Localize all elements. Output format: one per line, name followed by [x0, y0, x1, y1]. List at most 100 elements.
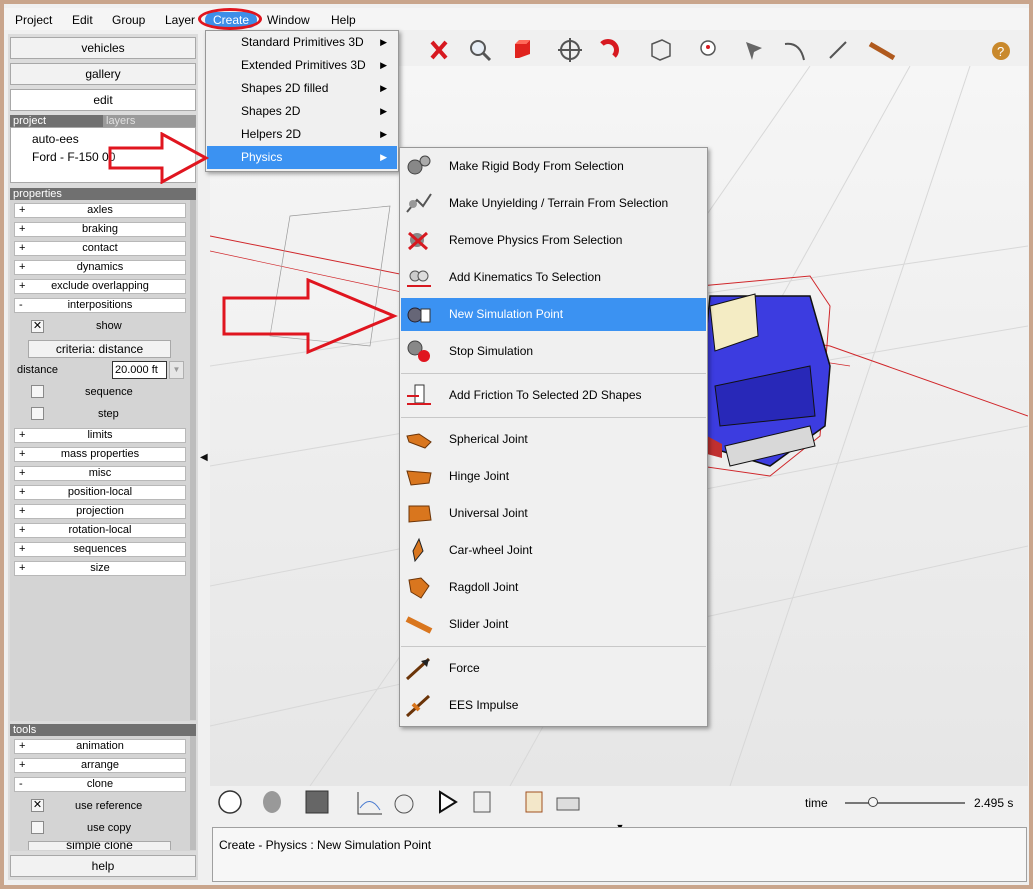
menu-item-make-rigid-body[interactable]: Make Rigid Body From Selection — [401, 150, 706, 183]
expand-toggle[interactable]: + — [19, 261, 25, 274]
collapse-toggle[interactable]: - — [19, 299, 23, 312]
menu-item-ees-impulse[interactable]: EES Impulse — [401, 689, 706, 722]
delete-icon[interactable] — [430, 40, 448, 60]
distance-input[interactable]: 20.000 ft — [112, 361, 167, 379]
tool-arrange[interactable]: + arrange — [14, 758, 186, 773]
expand-toggle[interactable]: + — [19, 223, 25, 236]
menu-item-spherical-joint[interactable]: Spherical Joint — [401, 423, 706, 456]
use-copy-checkbox[interactable] — [31, 821, 44, 834]
ruler-icon[interactable] — [868, 41, 896, 61]
zoom-box-icon[interactable] — [515, 40, 530, 58]
expand-toggle[interactable]: + — [19, 204, 25, 217]
prop-misc[interactable]: + misc — [14, 466, 186, 481]
prop-interpositions[interactable]: - interpositions — [14, 298, 186, 313]
criteria-button[interactable]: criteria: distance — [28, 340, 171, 358]
expand-toggle[interactable]: + — [19, 505, 25, 518]
show-checkbox[interactable]: ✕ — [31, 320, 44, 333]
menu-item-add-kinematics[interactable]: Add Kinematics To Selection — [401, 261, 706, 294]
expand-toggle[interactable]: + — [19, 562, 25, 575]
tool-clone[interactable]: - clone — [14, 777, 186, 792]
camera-icon[interactable] — [394, 794, 414, 814]
prop-mass-properties[interactable]: + mass properties — [14, 447, 186, 462]
play-icon[interactable] — [439, 790, 458, 814]
help-icon[interactable]: ? — [992, 42, 1010, 60]
menu-item-slider-joint[interactable]: Slider Joint — [401, 608, 706, 641]
prop-size[interactable]: + size — [14, 561, 186, 576]
vehicles-button[interactable]: vehicles — [10, 37, 196, 59]
distance-dropdown-arrow[interactable]: ▼ — [169, 361, 184, 379]
collapse-panel-icon[interactable]: ◀ — [200, 450, 208, 466]
prop-exclude-overlapping[interactable]: + exclude overlapping — [14, 279, 186, 294]
menu-group[interactable]: Group — [112, 12, 145, 28]
select-arrow-icon[interactable] — [746, 42, 762, 60]
prop-dynamics[interactable]: + dynamics — [14, 260, 186, 275]
menu-layer[interactable]: Layer — [165, 12, 195, 28]
expand-toggle[interactable]: + — [19, 242, 25, 255]
expand-toggle[interactable]: + — [19, 543, 25, 556]
expand-toggle[interactable]: + — [19, 759, 25, 772]
menu-item-shapes-2d[interactable]: Shapes 2D ▶ — [207, 100, 397, 123]
menu-item-force[interactable]: Force — [401, 652, 706, 685]
measure-icon[interactable] — [829, 41, 847, 59]
help-button[interactable]: help — [10, 855, 196, 877]
edit-button[interactable]: edit — [10, 89, 196, 111]
menu-item-make-unyielding-terrain[interactable]: Make Unyielding / Terrain From Selection — [401, 187, 706, 220]
menu-item-car-wheel-joint[interactable]: Car-wheel Joint — [401, 534, 706, 567]
menu-item-hinge-joint[interactable]: Hinge Joint — [401, 460, 706, 493]
color-swatch-icon[interactable] — [305, 790, 329, 814]
menu-item-extended-primitives-3d[interactable]: Extended Primitives 3D ▶ — [207, 54, 397, 77]
gallery-button[interactable]: gallery — [10, 63, 196, 85]
time-slider-thumb[interactable] — [867, 797, 878, 807]
tool-animation[interactable]: + animation — [14, 739, 186, 754]
head-icon[interactable] — [263, 791, 281, 813]
move-icon[interactable] — [558, 38, 582, 62]
tools-scrollbar[interactable] — [190, 736, 196, 850]
prop-limits[interactable]: + limits — [14, 428, 186, 443]
properties-scrollbar[interactable] — [190, 200, 196, 720]
prop-axles[interactable]: + axles — [14, 203, 186, 218]
tab-layers[interactable]: layers — [103, 115, 196, 127]
expand-toggle[interactable]: + — [19, 740, 25, 753]
menu-item-physics[interactable]: Physics ▶ — [207, 146, 397, 169]
time-slider[interactable] — [845, 797, 965, 807]
print-icon[interactable] — [556, 797, 580, 811]
prop-contact[interactable]: + contact — [14, 241, 186, 256]
menu-item-shapes-2d-filled[interactable]: Shapes 2D filled ▶ — [207, 77, 397, 100]
menu-item-ragdoll-joint[interactable]: Ragdoll Joint — [401, 571, 706, 604]
circle-tool-icon[interactable] — [218, 790, 242, 814]
expand-toggle[interactable]: + — [19, 524, 25, 537]
prop-projection[interactable]: + projection — [14, 504, 186, 519]
expand-toggle[interactable]: + — [19, 280, 25, 293]
prop-braking[interactable]: + braking — [14, 222, 186, 237]
use-reference-checkbox[interactable]: ✕ — [31, 799, 44, 812]
menu-item-new-simulation-point[interactable]: New Simulation Point — [401, 298, 706, 331]
tab-project[interactable]: project — [10, 115, 103, 127]
prop-sequences[interactable]: + sequences — [14, 542, 186, 557]
graph-icon[interactable] — [357, 792, 382, 815]
report-icon[interactable] — [525, 791, 543, 813]
menu-help[interactable]: Help — [331, 12, 356, 28]
expand-toggle[interactable]: + — [19, 429, 25, 442]
menu-item-universal-joint[interactable]: Universal Joint — [401, 497, 706, 530]
menu-item-helpers-2d[interactable]: Helpers 2D ▶ — [207, 123, 397, 146]
menu-item-stop-simulation[interactable]: Stop Simulation — [401, 335, 706, 368]
playlist-icon[interactable] — [473, 791, 491, 813]
expand-toggle[interactable]: + — [19, 486, 25, 499]
simple-clone-button[interactable]: simple clone — [28, 841, 171, 850]
menu-item-standard-primitives-3d[interactable]: Standard Primitives 3D ▶ — [207, 31, 397, 54]
prop-position-local[interactable]: + position-local — [14, 485, 186, 500]
step-checkbox[interactable] — [31, 407, 44, 420]
curve-icon[interactable] — [784, 42, 805, 61]
menu-project[interactable]: Project — [15, 12, 52, 28]
collapse-toggle[interactable]: - — [19, 778, 23, 791]
menu-edit[interactable]: Edit — [72, 12, 93, 28]
zoom-icon[interactable] — [470, 40, 492, 62]
prop-rotation-local[interactable]: + rotation-local — [14, 523, 186, 538]
box-view-icon[interactable] — [651, 39, 671, 61]
menu-item-add-friction[interactable]: Add Friction To Selected 2D Shapes — [401, 379, 706, 412]
pin-icon[interactable] — [700, 40, 716, 56]
expand-toggle[interactable]: + — [19, 448, 25, 461]
car-model[interactable] — [699, 275, 831, 477]
expand-toggle[interactable]: + — [19, 467, 25, 480]
sequence-checkbox[interactable] — [31, 385, 44, 398]
